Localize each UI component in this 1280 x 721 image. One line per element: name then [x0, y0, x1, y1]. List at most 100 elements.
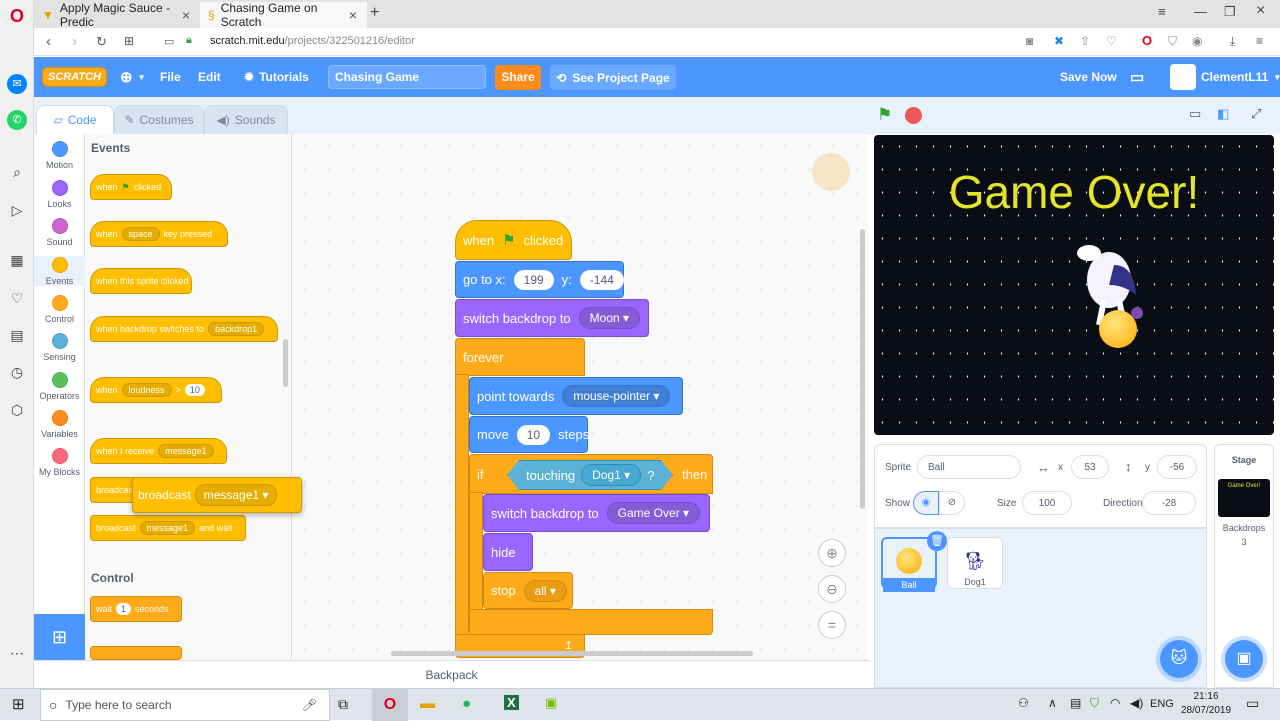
- small-stage-icon[interactable]: ▭: [1189, 106, 1201, 122]
- browser-tab-active[interactable]: § Chasing Game on Scratch ×: [200, 1, 367, 29]
- more-icon[interactable]: ⋯: [7, 643, 27, 663]
- backpack[interactable]: Backpack: [34, 660, 869, 688]
- green-flag-button[interactable]: ⚑: [877, 105, 892, 125]
- category-sensing[interactable]: Sensing: [34, 333, 85, 362]
- stage-canvas[interactable]: Game Over!: [874, 135, 1274, 435]
- browser-tab[interactable]: ▼ Apply Magic Sauce - Predic ×: [34, 1, 200, 29]
- category-looks[interactable]: Looks: [34, 180, 85, 209]
- language-menu[interactable]: ⊕ ▼: [120, 57, 146, 97]
- script-point-towards[interactable]: point towards mouse-pointer ▾: [469, 377, 683, 415]
- tab-costumes[interactable]: ✎ Costumes: [114, 105, 204, 134]
- file-explorer-icon[interactable]: ▬: [420, 695, 435, 712]
- tab-menu-icon[interactable]: ≡: [1158, 4, 1166, 19]
- account-menu[interactable]: ClementL11 ▼: [1170, 57, 1280, 97]
- stage-thumbnail[interactable]: Game Over!: [1218, 479, 1270, 517]
- close-tab-icon[interactable]: ×: [182, 7, 190, 23]
- stop-dropdown[interactable]: all ▾: [523, 579, 567, 602]
- category-variables[interactable]: Variables: [34, 410, 85, 439]
- script-hide[interactable]: hide: [483, 533, 533, 571]
- opera-logo-icon[interactable]: O: [7, 6, 27, 26]
- touching-condition[interactable]: touching Dog1 ▾ ?: [507, 460, 673, 490]
- language-indicator[interactable]: ENG: [1150, 698, 1174, 710]
- add-sprite-button[interactable]: 🐱︎: [1160, 640, 1198, 678]
- message-dropdown[interactable]: message1 ▾: [194, 484, 278, 506]
- category-control[interactable]: Control: [34, 295, 85, 324]
- download-icon[interactable]: ⤓: [1230, 34, 1235, 49]
- search-icon[interactable]: ⌕: [7, 162, 27, 182]
- forward-icon[interactable]: ›: [72, 33, 77, 50]
- block-when-key-pressed[interactable]: when space key pressed: [90, 221, 228, 247]
- tab-code[interactable]: ▱ Code: [36, 105, 114, 134]
- block-when-flag-clicked[interactable]: when ⚑ clicked: [90, 174, 172, 200]
- backdrop-dropdown[interactable]: Game Over ▾: [606, 502, 701, 524]
- sprite-thumb-dog1[interactable]: 🐕︎ Dog1: [947, 537, 1003, 589]
- block-repeat-partial[interactable]: [90, 646, 182, 660]
- scratch-logo[interactable]: SCRATCH: [42, 57, 107, 97]
- microphone-icon[interactable]: 🎤︎: [302, 698, 317, 712]
- script-area[interactable]: when ⚑ clicked go to x: 199 y: -144 switch ba…: [293, 134, 868, 660]
- camera-icon[interactable]: ◙: [1026, 34, 1033, 48]
- y-input[interactable]: -56: [1157, 455, 1197, 479]
- category-events[interactable]: Events: [34, 256, 85, 286]
- back-icon[interactable]: ‹: [46, 33, 51, 50]
- x-input[interactable]: 199: [513, 269, 554, 290]
- my-stuff-folder-icon[interactable]: ▭: [1130, 57, 1144, 97]
- block-when-backdrop-switches[interactable]: when backdrop switches to backdrop1: [90, 316, 278, 342]
- extensions-icon[interactable]: ⬡: [7, 400, 27, 420]
- loudness-dropdown[interactable]: loudness: [121, 383, 172, 397]
- sprite-name-input[interactable]: Ball: [917, 455, 1021, 479]
- script-forever[interactable]: forever: [455, 338, 585, 376]
- messenger-icon[interactable]: ✉: [7, 74, 27, 94]
- steps-input[interactable]: 10: [516, 424, 551, 445]
- file-menu[interactable]: File: [160, 57, 181, 97]
- share-icon[interactable]: ⇧: [1080, 34, 1090, 48]
- project-title-input[interactable]: Chasing Game: [328, 65, 486, 89]
- script-move-steps[interactable]: move 10 steps: [469, 416, 589, 453]
- fullscreen-icon[interactable]: ⤢: [1251, 106, 1261, 122]
- url-field[interactable]: scratch.mit.edu/projects/322501216/edito…: [210, 35, 415, 47]
- script-go-to-xy[interactable]: go to x: 199 y: -144: [455, 261, 624, 298]
- spotify-icon[interactable]: ●: [462, 695, 471, 712]
- category-sound[interactable]: Sound: [34, 218, 85, 247]
- wait-input[interactable]: 1: [116, 603, 132, 615]
- tab-sounds[interactable]: ◀) Sounds: [204, 105, 288, 134]
- shield-icon[interactable]: ⛉: [1090, 696, 1099, 711]
- taskbar-search-box[interactable]: ○ Type here to search 🎤︎: [40, 689, 330, 721]
- block-broadcast-and-wait[interactable]: broadcast message1 and wait: [90, 515, 246, 541]
- block-wait-seconds[interactable]: wait 1 seconds: [90, 596, 182, 622]
- news-icon[interactable]: ▤: [7, 325, 27, 345]
- block-when-i-receive[interactable]: when I receive message1: [90, 438, 227, 464]
- minimize-icon[interactable]: —: [1194, 4, 1207, 19]
- speed-dial-icon[interactable]: ⊞: [124, 34, 134, 48]
- history-icon[interactable]: ◷: [7, 362, 27, 382]
- people-icon[interactable]: ⚇: [1018, 696, 1029, 710]
- menu-icon[interactable]: ≡: [1256, 34, 1263, 48]
- x-input[interactable]: 53: [1071, 455, 1109, 479]
- heart-icon[interactable]: ♡: [1106, 34, 1117, 48]
- script-switch-backdrop[interactable]: switch backdrop to Moon ▾: [455, 299, 649, 337]
- tutorials-button[interactable]: ✹ Tutorials: [244, 57, 309, 97]
- volume-icon[interactable]: ◀): [1130, 696, 1143, 710]
- send-icon[interactable]: ▷: [7, 200, 27, 220]
- sprite-thumb-ball[interactable]: Ball 🗑︎: [881, 531, 947, 592]
- category-my-blocks[interactable]: My Blocks: [34, 448, 85, 477]
- dragging-broadcast-block[interactable]: broadcast message1 ▾: [132, 477, 302, 513]
- opera-taskbar-icon[interactable]: O: [372, 689, 408, 721]
- zoom-in-button[interactable]: ⊕: [818, 539, 846, 567]
- whatsapp-icon[interactable]: ✆: [7, 110, 27, 130]
- backdrop-dropdown[interactable]: Moon ▾: [578, 307, 641, 329]
- adblock-icon[interactable]: ◉: [1192, 34, 1202, 48]
- normal-stage-icon[interactable]: ◧: [1217, 106, 1229, 122]
- touching-dropdown[interactable]: Dog1 ▾: [581, 464, 641, 486]
- script-when-flag-clicked[interactable]: when ⚑ clicked: [455, 220, 572, 260]
- message-dropdown[interactable]: message1: [158, 444, 214, 458]
- chevron-up-icon[interactable]: ∧: [1048, 696, 1057, 710]
- excel-icon[interactable]: X: [504, 695, 519, 710]
- script-h-scrollbar[interactable]: [391, 651, 753, 656]
- zoom-out-button[interactable]: ⊖: [818, 575, 846, 603]
- opera-icon[interactable]: O: [1142, 33, 1152, 48]
- stage-target-panel[interactable]: Stage Game Over! Backdrops 3 ▣: [1214, 444, 1274, 688]
- close-tab-icon[interactable]: ×: [349, 7, 357, 23]
- close-window-icon[interactable]: ×: [1256, 2, 1265, 20]
- clock[interactable]: 21:16 28/07/2019: [1180, 690, 1232, 718]
